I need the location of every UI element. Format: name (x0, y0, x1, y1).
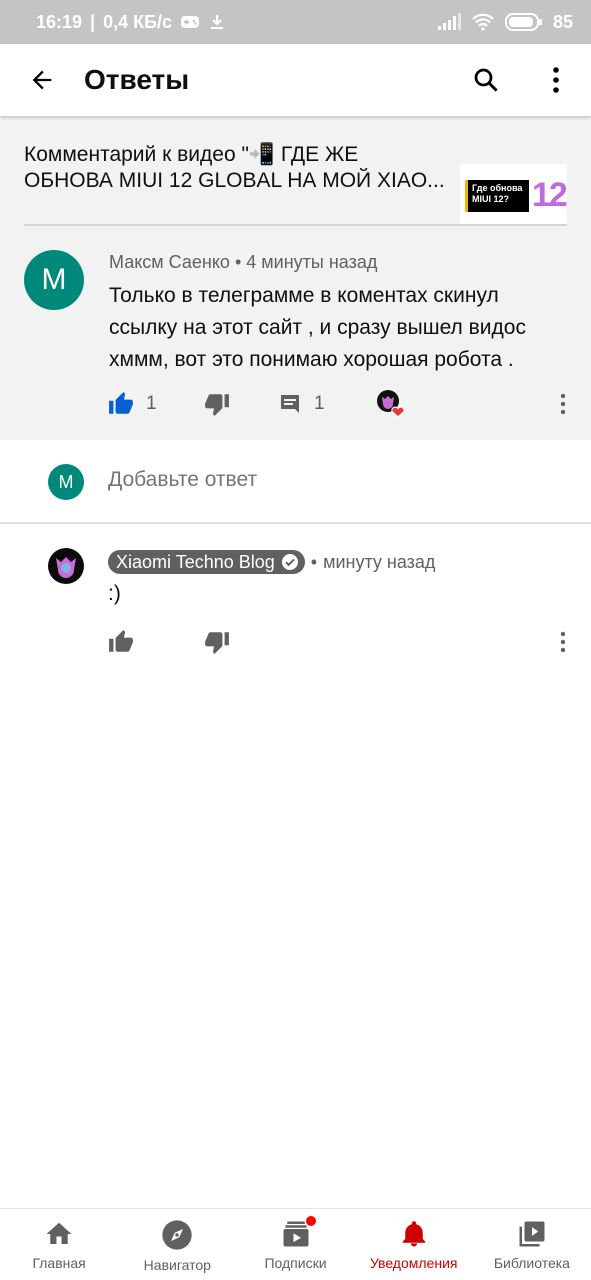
video-title-line1: Комментарий к видео "📲 ГДЕ ЖЕ (24, 143, 359, 166)
comment-author[interactable]: Максм Саенко (109, 252, 230, 272)
verified-icon (281, 554, 298, 570)
search-button[interactable] (451, 44, 521, 116)
bell-icon (402, 1221, 425, 1247)
like-button[interactable] (108, 624, 134, 660)
compass-icon (162, 1220, 192, 1250)
wifi-icon (471, 13, 495, 31)
parent-comment-section: Комментарий к видео "📲 ГДЕ ЖЕ ОБНОВА MIU… (0, 116, 591, 440)
like-button[interactable]: 1 (108, 386, 157, 422)
meta-separator: • (310, 551, 318, 572)
home-icon (46, 1222, 72, 1244)
channel-author-chip[interactable]: Xiaomi Techno Blog (108, 550, 305, 574)
comment-time: 4 минуты назад (246, 252, 378, 272)
avatar: М (48, 464, 84, 500)
nav-subscriptions[interactable]: Подписки (236, 1209, 354, 1280)
comment-menu-button[interactable] (553, 386, 573, 422)
dislike-button[interactable] (204, 386, 230, 422)
reply-input[interactable] (108, 468, 558, 492)
nav-label: Уведомления (369, 1255, 458, 1271)
reply-count: 1 (314, 393, 325, 414)
video-title-line2: ОБНОВА MIUI 12 GLOBAL НА МОЙ XIAO... (24, 169, 445, 192)
reply-meta: Xiaomi Techno Blog • минуту назад (108, 550, 435, 574)
library-icon (519, 1221, 545, 1247)
add-reply-row: М (0, 440, 591, 524)
reply-menu-button[interactable] (553, 624, 573, 660)
creator-heart-icon (377, 390, 405, 418)
search-icon (474, 68, 498, 92)
thumbnail-number: 12 (532, 176, 568, 214)
status-net-speed: 0,4 КБ/с (103, 11, 173, 32)
notification-dot (306, 1216, 317, 1226)
video-reference[interactable]: Комментарий к видео "📲 ГДЕ ЖЕ ОБНОВА MIU… (24, 142, 568, 226)
thumbs-down-icon (205, 632, 229, 654)
kebab-menu-icon (560, 631, 566, 653)
status-bar: 16:19 | 0,4 КБ/с 85 (0, 0, 591, 44)
reply-count-button[interactable]: 1 (278, 386, 325, 422)
app-bar: Ответы (0, 44, 591, 116)
status-separator: | (90, 11, 96, 32)
creator-heart (376, 386, 408, 422)
nav-notifications[interactable]: Уведомления (355, 1209, 473, 1280)
comment-icon (281, 395, 299, 413)
avatar[interactable] (48, 548, 84, 584)
nav-label: Библиотека (493, 1255, 570, 1271)
avatar[interactable]: М (24, 250, 84, 310)
nav-explore[interactable]: Навигатор (118, 1209, 236, 1280)
battery-icon (504, 12, 543, 32)
back-button[interactable] (0, 44, 84, 116)
page-title: Ответы (84, 64, 190, 95)
divider (24, 224, 567, 226)
channel-logo-icon (56, 557, 76, 578)
meta-separator: • (234, 252, 242, 272)
nav-label: Главная (32, 1255, 86, 1271)
kebab-menu-icon (560, 393, 566, 415)
thumbs-up-icon (109, 392, 133, 414)
reply-comment: Xiaomi Techno Blog • минуту назад :) (0, 526, 591, 666)
comment-text: Только в телеграмме в коментах скинул сс… (109, 284, 526, 371)
reply-time: минуту назад (323, 551, 436, 572)
thumbs-down-icon (205, 394, 229, 416)
gamepad-icon (180, 15, 200, 29)
status-time: 16:19 (36, 11, 83, 32)
video-title[interactable]: Комментарий к видео "📲 ГДЕ ЖЕ ОБНОВА MIU… (24, 142, 449, 226)
nav-library[interactable]: Библиотека (473, 1209, 591, 1280)
thumbs-up-icon (109, 630, 133, 652)
dislike-button[interactable] (204, 624, 230, 660)
reply-actions (108, 624, 573, 660)
reply-author: Xiaomi Techno Blog (116, 551, 275, 572)
download-icon (208, 13, 226, 31)
more-options-button[interactable] (521, 44, 591, 116)
nav-label: Подписки (264, 1255, 327, 1271)
reply-text: :) (108, 582, 121, 605)
video-thumbnail[interactable]: Где обнова MIUI 12? 12 (460, 164, 568, 226)
arrow-back-icon (32, 70, 52, 90)
signal-icon (437, 13, 461, 31)
comment-meta: Максм Саенко • 4 минуты назад (109, 250, 564, 274)
kebab-menu-icon (553, 67, 559, 93)
like-count: 1 (146, 393, 157, 414)
bottom-navigation: Главная Навигатор Подписки Уведомления Б… (0, 1208, 591, 1280)
nav-label: Навигатор (143, 1257, 211, 1273)
thumbnail-caption: Где обнова MIUI 12? (465, 180, 529, 212)
nav-home[interactable]: Главная (0, 1209, 118, 1280)
battery-level: 85 (552, 11, 573, 32)
comment-actions: 1 1 (108, 386, 573, 422)
